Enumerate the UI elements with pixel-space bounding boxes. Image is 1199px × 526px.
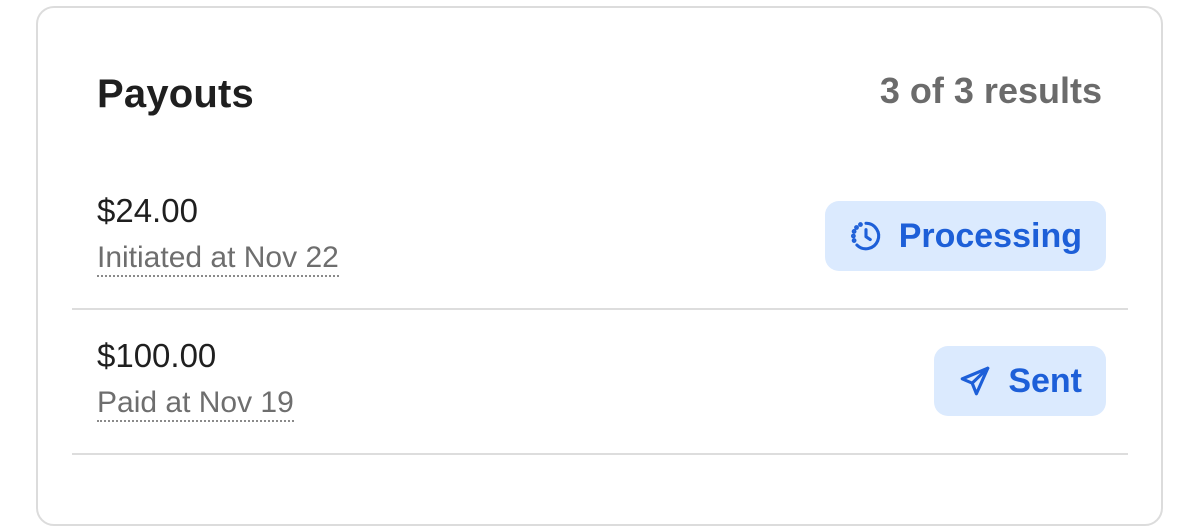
status-badge-sent: Sent <box>934 346 1106 416</box>
results-count: 3 of 3 results <box>879 70 1102 111</box>
payout-row[interactable]: $100.00 Paid at Nov 19 Sent <box>72 309 1128 455</box>
status-label: Processing <box>898 216 1082 255</box>
send-icon <box>958 364 992 398</box>
payout-date-link[interactable]: Paid at Nov 19 <box>97 386 294 422</box>
payout-date-link[interactable]: Initiated at Nov 22 <box>97 241 339 277</box>
card-title: Payouts <box>97 72 255 116</box>
status-badge-processing: Processing <box>824 201 1106 271</box>
payouts-card: Payouts 3 of 3 results $24.00 Initiated … <box>36 6 1163 526</box>
clock-icon <box>849 219 883 253</box>
payout-amount: $100.00 <box>97 337 217 374</box>
status-label: Sent <box>1008 361 1082 400</box>
payout-row[interactable]: $24.00 Initiated at Nov 22 Processing <box>72 164 1128 310</box>
payout-amount: $24.00 <box>97 192 198 229</box>
